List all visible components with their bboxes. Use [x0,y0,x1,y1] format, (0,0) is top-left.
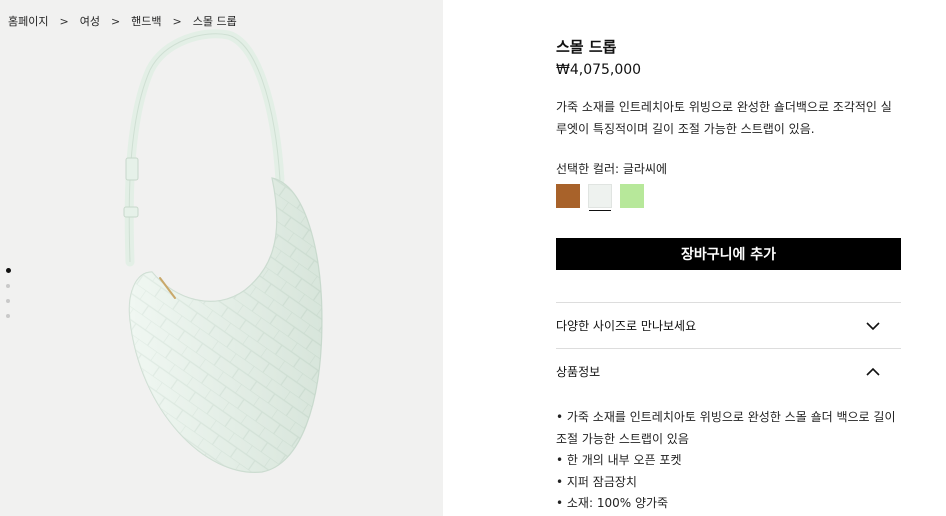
bag-product-image[interactable] [0,0,443,516]
product-description: 가죽 소재를 인트레치아토 위빙으로 완성한 숄더백으로 조각적인 실루엣이 특… [556,100,892,136]
product-info-list: • 가죽 소재를 인트레치아토 위빙으로 완성한 스몰 숄더 백으로 길이 조절… [556,407,901,515]
gallery-dot[interactable] [6,299,10,303]
info-bullet: • 가죽 소재를 인트레치아토 위빙으로 완성한 스몰 숄더 백으로 길이 조절… [556,410,896,446]
selected-color-label: 선택한 컬러: 글라씨에 [556,162,668,176]
product-info-accordion[interactable]: 상품정보 [556,348,901,394]
gallery-pagination [5,268,11,318]
product-info-accordion-label: 상품정보 [556,365,601,379]
info-bullet: • 한 개의 내부 오픈 포켓 [556,453,682,467]
product-price: ₩4,075,000 [556,62,642,78]
gallery-dot[interactable] [6,284,10,288]
gallery-dot[interactable] [5,268,11,273]
info-bullet: • 지퍼 잠금장치 [556,474,637,489]
color-swatch-green[interactable] [620,184,644,208]
product-title: 스몰 드롭 [556,38,617,56]
gallery-dot[interactable] [6,314,10,318]
sizes-accordion[interactable]: 다양한 사이즈로 만나보세요 [556,302,901,348]
product-gallery: 홈페이지 > 여성 > 핸드백 > 스몰 드롭 [0,0,443,516]
color-swatch-brown[interactable] [556,184,580,208]
sizes-accordion-label: 다양한 사이즈로 만나보세요 [556,319,697,333]
info-bullet: • 소재: 100% 양가죽 [556,496,669,510]
color-swatch-glacier[interactable] [588,184,612,211]
add-to-cart-button[interactable]: 장바구니에 추가 [556,238,901,270]
chevron-down-icon [866,321,880,330]
color-swatches [556,184,644,211]
chevron-up-icon [866,367,880,376]
